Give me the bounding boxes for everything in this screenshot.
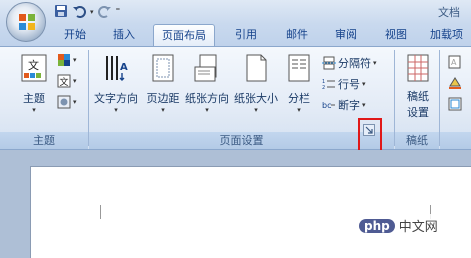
breaks-label: 分隔符 xyxy=(338,57,371,70)
manuscript-icon xyxy=(407,54,429,82)
svg-text:A: A xyxy=(120,62,128,73)
page-borders-icon xyxy=(448,97,462,111)
tab-add-ins[interactable]: 加载项 xyxy=(430,24,463,46)
line-numbers-button[interactable]: 12 行号 ▾ xyxy=(322,76,366,92)
theme-colors-button[interactable]: ▾ xyxy=(57,53,77,67)
dropdown-arrow-icon: ▾ xyxy=(205,106,209,114)
text-direction-label: 文字方向 xyxy=(94,92,138,105)
dropdown-arrow-icon: ▾ xyxy=(32,106,36,114)
page-size-label: 纸张大小 xyxy=(234,92,278,105)
highlight-box xyxy=(358,118,382,154)
tab-references[interactable]: 引用 xyxy=(235,24,257,46)
save-icon[interactable] xyxy=(54,4,68,21)
theme-icon: 文 xyxy=(21,54,47,82)
themes-group-label: 主题 xyxy=(0,132,88,149)
page-background-group-label xyxy=(440,132,471,149)
columns-label: 分栏 xyxy=(288,92,310,105)
tab-mailings[interactable]: 邮件 xyxy=(286,24,308,46)
manuscript-group: 稿纸 设置 稿纸 xyxy=(395,47,439,149)
page-size-icon xyxy=(246,54,267,82)
line-numbers-icon: 12 xyxy=(322,79,335,91)
manuscript-setup-button[interactable]: 稿纸 设置 xyxy=(401,53,435,120)
theme-button-label: 主题 xyxy=(23,92,45,105)
undo-icon[interactable] xyxy=(72,4,86,21)
window-title: 文档 xyxy=(438,6,460,19)
tab-view[interactable]: 视图 xyxy=(385,24,407,46)
dropdown-arrow-icon: ▾ xyxy=(73,56,77,64)
dropdown-arrow-icon: ▾ xyxy=(73,98,77,106)
php-logo: php xyxy=(359,218,395,233)
tab-home[interactable]: 开始 xyxy=(64,24,86,46)
page-size-button[interactable]: 纸张大小 ▾ xyxy=(232,53,280,114)
site-watermark: php 中文网 xyxy=(355,214,442,237)
text-direction-button[interactable]: A 文字方向 ▾ xyxy=(91,53,141,114)
dropdown-arrow-icon: ▾ xyxy=(297,106,301,114)
hyphenation-button[interactable]: bc 断字 ▾ xyxy=(322,97,366,113)
dropdown-arrow-icon: ▾ xyxy=(114,106,118,114)
tab-page-layout[interactable]: 页面布局 xyxy=(153,24,215,47)
svg-text:A: A xyxy=(451,58,457,67)
manuscript-group-label: 稿纸 xyxy=(395,132,439,149)
redo-icon[interactable] xyxy=(97,4,112,21)
page-color-button[interactable] xyxy=(448,76,462,90)
theme-fonts-button[interactable]: 文 ▾ xyxy=(57,74,77,88)
theme-colors-icon xyxy=(58,54,70,66)
manuscript-setup-label-line1: 稿纸 xyxy=(407,90,429,103)
margins-button[interactable]: 页边距 ▾ xyxy=(144,53,182,114)
theme-effects-icon xyxy=(57,95,71,109)
svg-text:bc: bc xyxy=(322,101,331,110)
breaks-button[interactable]: 分隔符 ▾ xyxy=(322,55,377,71)
ribbon-tabs: 开始 插入 页面布局 引用 邮件 审阅 视图 加载项 xyxy=(0,24,471,47)
watermark-text: 中文网 xyxy=(398,220,438,235)
svg-text:2: 2 xyxy=(322,85,325,91)
svg-text:文: 文 xyxy=(60,76,69,88)
margins-label: 页边距 xyxy=(146,92,180,105)
page-background-group: A xyxy=(440,47,471,149)
page-borders-button[interactable] xyxy=(448,97,462,111)
dropdown-arrow-icon: ▾ xyxy=(373,59,377,67)
office-button[interactable] xyxy=(6,2,46,42)
dropdown-arrow-icon: ▾ xyxy=(362,101,366,109)
themes-group: 文 主题 ▾ ▾ 文 ▾ ▾ 主题 xyxy=(0,47,88,149)
margins-icon xyxy=(152,54,174,82)
svg-text:文: 文 xyxy=(28,58,39,72)
title-bar: ▾ ⁼ 文档 xyxy=(0,0,471,24)
tab-review[interactable]: 审阅 xyxy=(335,24,357,46)
orientation-button[interactable]: 纸张方向 ▾ xyxy=(184,53,230,114)
columns-button[interactable]: 分栏 ▾ xyxy=(285,53,313,114)
dropdown-arrow-icon: ▾ xyxy=(254,106,258,114)
dropdown-arrow-icon: ▾ xyxy=(362,80,366,88)
hyphenation-label: 断字 xyxy=(338,99,360,112)
customize-qat-icon[interactable]: ⁼ xyxy=(116,7,121,17)
manuscript-setup-label-line2: 设置 xyxy=(407,106,429,119)
orientation-label: 纸张方向 xyxy=(185,92,229,105)
document-page[interactable] xyxy=(30,166,471,258)
breaks-icon xyxy=(322,56,336,70)
margin-marker xyxy=(100,205,101,219)
ribbon: 文 主题 ▾ ▾ 文 ▾ ▾ 主题 A 文字方向 ▾ 页边距 ▾ 纸张方向 ▾ … xyxy=(0,46,471,150)
line-numbers-label: 行号 xyxy=(338,78,360,91)
theme-button[interactable]: 文 主题 ▾ xyxy=(16,53,52,114)
theme-effects-button[interactable]: ▾ xyxy=(57,95,77,109)
tab-insert[interactable]: 插入 xyxy=(113,24,135,46)
office-logo-icon xyxy=(19,14,35,30)
page-setup-group-label: 页面设置 xyxy=(89,132,394,149)
hyphenation-icon: bc xyxy=(322,101,335,110)
text-direction-icon: A xyxy=(106,56,128,81)
dropdown-arrow-icon[interactable]: ▾ xyxy=(90,8,94,16)
page-setup-group: A 文字方向 ▾ 页边距 ▾ 纸张方向 ▾ 纸张大小 ▾ 分栏 ▾ 分隔符 ▾ … xyxy=(89,47,394,149)
page-color-icon xyxy=(449,77,461,89)
watermark-icon: A xyxy=(448,55,461,69)
columns-icon xyxy=(288,54,310,82)
theme-fonts-icon: 文 xyxy=(57,74,71,88)
dropdown-arrow-icon: ▾ xyxy=(161,106,165,114)
orientation-icon xyxy=(194,54,217,82)
watermark-button[interactable]: A xyxy=(448,55,462,69)
quick-access-toolbar: ▾ ⁼ xyxy=(50,3,120,21)
dropdown-arrow-icon: ▾ xyxy=(73,77,77,85)
